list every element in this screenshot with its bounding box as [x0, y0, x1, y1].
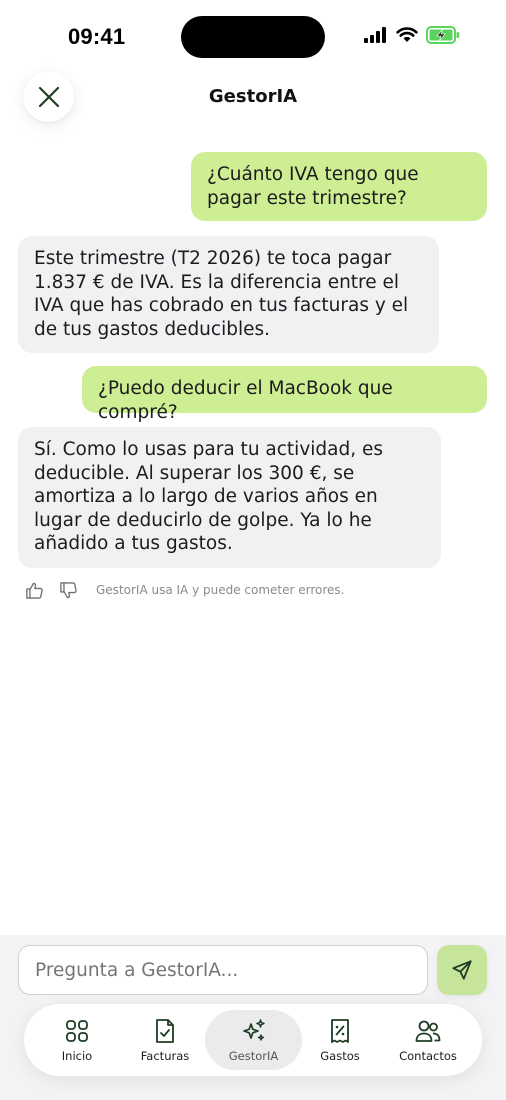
thumbs-up-button[interactable]	[24, 580, 44, 600]
invoice-check-icon	[156, 1019, 174, 1043]
chat-input[interactable]	[18, 945, 428, 995]
feedback-row: GestorIA usa IA y puede cometer errores.	[24, 580, 344, 600]
tab-gastos[interactable]: Gastos	[296, 1010, 384, 1070]
status-icons	[364, 26, 460, 44]
tab-bar: Inicio Facturas GestorIA Gastos Contacto…	[24, 1004, 482, 1076]
user-message: ¿Cuánto IVA tengo que pagar este trimest…	[191, 152, 487, 221]
sparkles-icon	[242, 1019, 265, 1041]
page-title: GestorIA	[208, 86, 298, 107]
users-icon	[415, 1020, 441, 1042]
tab-label: Facturas	[140, 1049, 190, 1063]
tab-label: Inicio	[61, 1049, 93, 1063]
tab-gestoria[interactable]: GestorIA	[205, 1010, 302, 1070]
user-message: ¿Puedo deducir el MacBook que compré?	[82, 366, 487, 423]
thumbs-up-icon	[25, 582, 43, 599]
dynamic-island	[181, 16, 325, 58]
assistant-message: Sí. Como lo usas para tu actividad, es d…	[18, 427, 441, 568]
send-button[interactable]	[437, 945, 487, 995]
tab-label: Contactos	[399, 1049, 457, 1063]
status-bar: 09:41	[0, 0, 506, 70]
battery-charging-icon	[426, 26, 459, 44]
receipt-percent-icon	[331, 1019, 349, 1043]
tab-contactos[interactable]: Contactos	[384, 1010, 472, 1070]
thumbs-down-icon	[59, 581, 77, 598]
wifi-icon	[396, 27, 418, 42]
thumbs-down-button[interactable]	[58, 580, 78, 600]
tab-facturas[interactable]: Facturas	[121, 1010, 209, 1070]
assistant-message: Este trimestre (T2 2026) te toca pagar 1…	[18, 236, 439, 353]
cellular-signal-icon	[364, 27, 386, 43]
send-icon	[452, 960, 472, 980]
grid-icon	[66, 1020, 88, 1042]
tab-label: GestorIA	[228, 1049, 279, 1063]
ai-disclaimer: GestorIA usa IA y puede cometer errores.	[96, 583, 345, 597]
tab-inicio[interactable]: Inicio	[33, 1010, 121, 1070]
status-time: 09:41	[68, 24, 126, 49]
tab-label: Gastos	[320, 1049, 360, 1063]
